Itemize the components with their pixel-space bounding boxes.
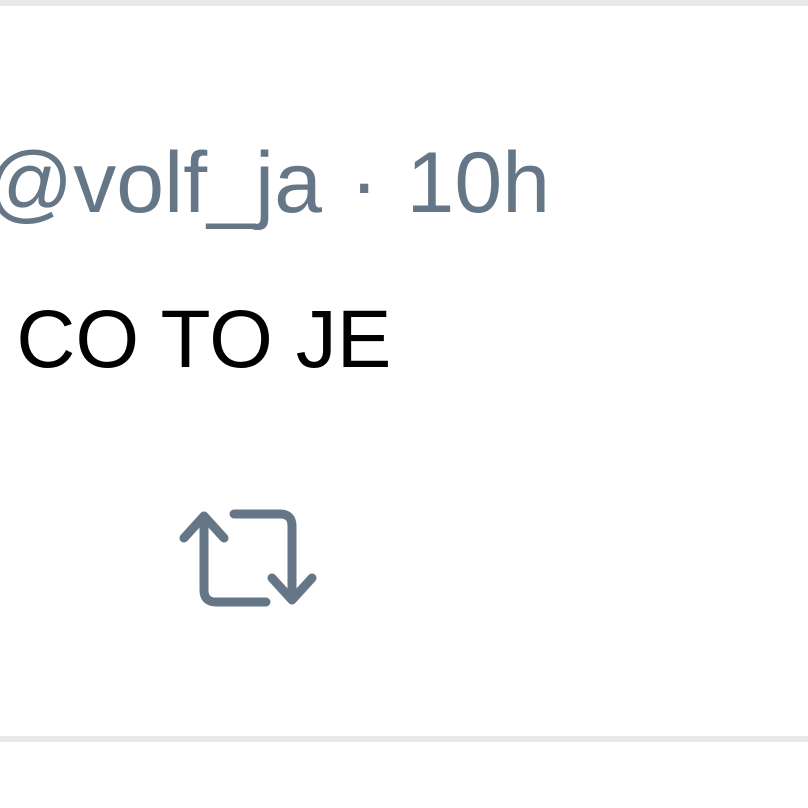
tweet-body: l CO TO JE [0, 290, 391, 390]
tweet-text: CO TO JE [16, 294, 392, 385]
bottom-divider [0, 736, 808, 742]
retweet-icon [179, 509, 317, 607]
top-divider [0, 0, 808, 6]
tweet-timestamp[interactable]: 10h [407, 140, 551, 226]
tweet-meta: @volf_ja · 10h [0, 128, 550, 238]
tweet-screenshot: @volf_ja · 10h l CO TO JE [0, 0, 808, 808]
meta-separator: · [349, 135, 379, 231]
author-handle[interactable]: @volf_ja [0, 140, 322, 226]
retweet-button[interactable] [176, 504, 322, 612]
